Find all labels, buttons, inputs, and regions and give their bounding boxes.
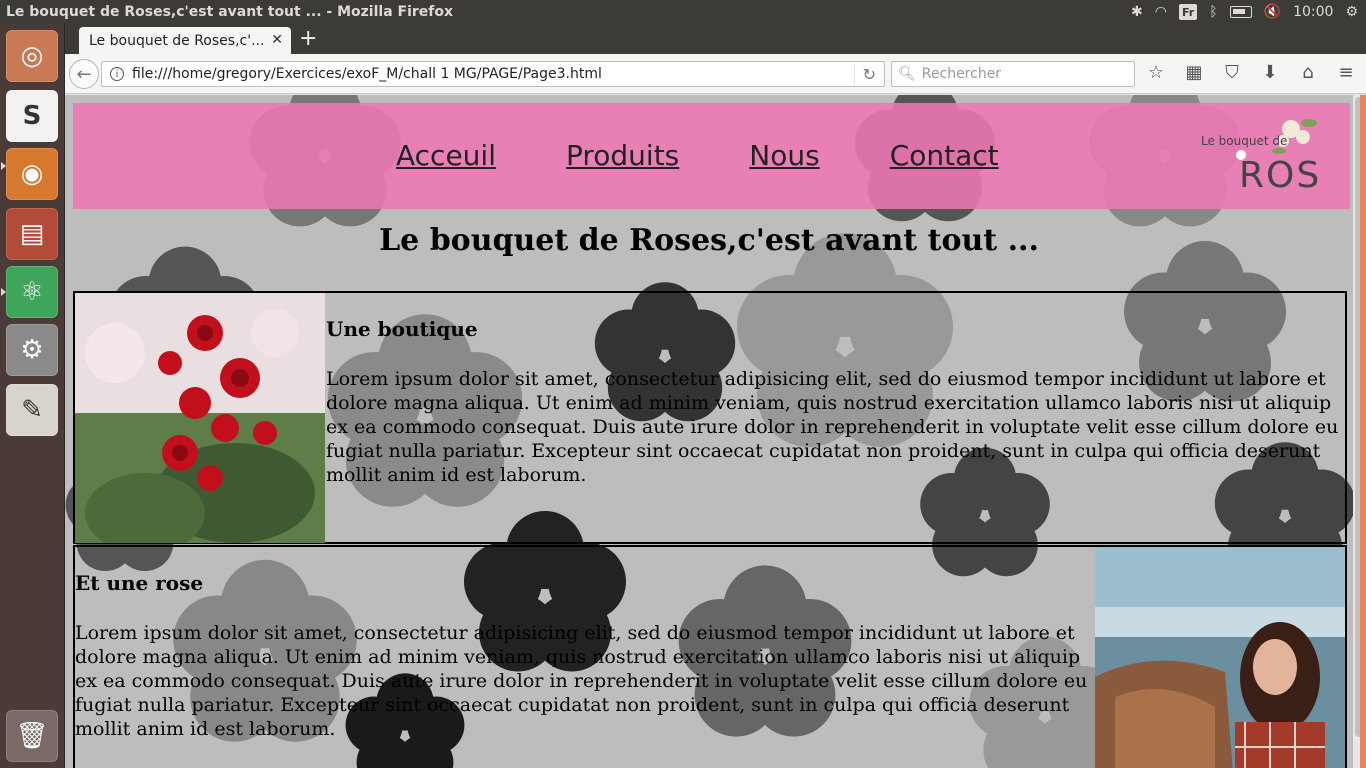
- system-tray: ✱ ◠ Fr ᛒ 🔇 10:00 ⚙: [1131, 0, 1366, 24]
- nav-link-produits[interactable]: Produits: [566, 139, 679, 172]
- close-tab-icon[interactable]: ✕: [271, 32, 283, 48]
- new-tab-button[interactable]: +: [299, 28, 317, 50]
- settings-tray-icon[interactable]: ✱: [1131, 4, 1143, 20]
- reading-list-icon[interactable]: ▦: [1183, 62, 1205, 83]
- main-nav: Acceuil Produits Nous Contact: [396, 139, 999, 172]
- section-rose-text: Et une rose Lorem ipsum dolor sit amet, …: [75, 571, 1095, 741]
- search-input[interactable]: 🔍︎ Rechercher: [891, 61, 1135, 87]
- power-gear-icon[interactable]: ⚙: [1345, 4, 1358, 20]
- page-content: Acceuil Produits Nous Contact Le bouquet…: [65, 95, 1353, 768]
- clock[interactable]: 10:00: [1293, 4, 1333, 20]
- ubuntu-dash-icon[interactable]: ◎: [6, 30, 58, 82]
- site-logo[interactable]: Le bouquet de ROSE: [1199, 107, 1319, 199]
- logo-text-small: Le bouquet de: [1201, 134, 1287, 148]
- nav-link-contact[interactable]: Contact: [890, 139, 999, 172]
- bookmark-star-icon[interactable]: ☆: [1145, 62, 1167, 83]
- site-header: Acceuil Produits Nous Contact Le bouquet…: [73, 103, 1350, 209]
- section-rose: Et une rose Lorem ipsum dolor sit amet, …: [73, 545, 1347, 768]
- logo-text-big: ROSE: [1239, 155, 1319, 196]
- window-title: Le bouquet de Roses,c'est avant tout ...…: [6, 4, 454, 20]
- top-panel: Le bouquet de Roses,c'est avant tout ...…: [0, 0, 1366, 24]
- slack-icon[interactable]: S: [6, 90, 58, 142]
- menu-icon[interactable]: ≡: [1335, 62, 1357, 83]
- firefox-window: Le bouquet de Roses,c'... ✕ + ← i file:/…: [65, 24, 1366, 768]
- keyboard-layout-indicator[interactable]: Fr: [1178, 4, 1198, 20]
- section-rose-body: Lorem ipsum dolor sit amet, consectetur …: [75, 622, 1088, 740]
- back-button[interactable]: ←: [69, 59, 99, 89]
- toolbar-icons: ☆ ▦ ⛉ ⬇ ⌂ ≡: [1145, 62, 1357, 83]
- page-title: Le bouquet de Roses,c'est avant tout ...: [379, 223, 1039, 258]
- firefox-icon[interactable]: ◉: [6, 148, 58, 200]
- bluetooth-icon[interactable]: ᛒ: [1209, 4, 1217, 20]
- atom-icon[interactable]: ⚛: [6, 266, 58, 318]
- url-text[interactable]: file:///home/gregory/Exercices/exoF_M/ch…: [132, 66, 602, 82]
- nav-link-acceuil[interactable]: Acceuil: [396, 139, 496, 172]
- info-icon[interactable]: i: [110, 67, 124, 81]
- navigation-toolbar: ← i file:///home/gregory/Exercices/exoF_…: [65, 54, 1366, 94]
- section-boutique-body: Lorem ipsum dolor sit amet, consectetur …: [326, 368, 1339, 486]
- section-rose-title: Et une rose: [75, 571, 204, 595]
- woman-seaside-photo: [1095, 547, 1345, 768]
- section-boutique-text: Une boutique Lorem ipsum dolor sit amet,…: [326, 317, 1342, 487]
- reload-icon[interactable]: ↻: [853, 65, 876, 84]
- system-settings-icon[interactable]: ⚙: [6, 324, 58, 376]
- downloads-icon[interactable]: ⬇: [1259, 62, 1281, 83]
- desktop-edge: [1360, 95, 1366, 768]
- battery-icon[interactable]: [1229, 6, 1252, 18]
- section-boutique-title: Une boutique: [326, 317, 478, 341]
- volume-muted-icon[interactable]: 🔇: [1264, 4, 1281, 20]
- home-icon[interactable]: ⌂: [1297, 62, 1319, 83]
- text-editor-icon[interactable]: ✎: [6, 384, 58, 436]
- search-icon: 🔍︎: [898, 66, 916, 82]
- url-bar[interactable]: i file:///home/gregory/Exercices/exoF_M/…: [101, 61, 885, 87]
- wifi-icon[interactable]: ◠: [1155, 4, 1167, 20]
- nav-link-nous[interactable]: Nous: [749, 139, 819, 172]
- launcher: ◎ S ◉ ▤ ⚛ ⚙ ✎ 🗑: [0, 24, 65, 768]
- section-boutique: Une boutique Lorem ipsum dolor sit amet,…: [73, 291, 1347, 544]
- tab-page3[interactable]: Le bouquet de Roses,c'... ✕: [79, 27, 291, 54]
- pocket-icon[interactable]: ⛉: [1221, 62, 1243, 83]
- trash-icon[interactable]: 🗑: [6, 710, 58, 762]
- files-icon[interactable]: ▤: [6, 208, 58, 260]
- tab-bar: Le bouquet de Roses,c'... ✕ +: [65, 24, 1366, 54]
- roses-photo: [75, 293, 325, 543]
- search-placeholder: Rechercher: [921, 66, 1002, 82]
- tab-title: Le bouquet de Roses,c'...: [89, 32, 265, 49]
